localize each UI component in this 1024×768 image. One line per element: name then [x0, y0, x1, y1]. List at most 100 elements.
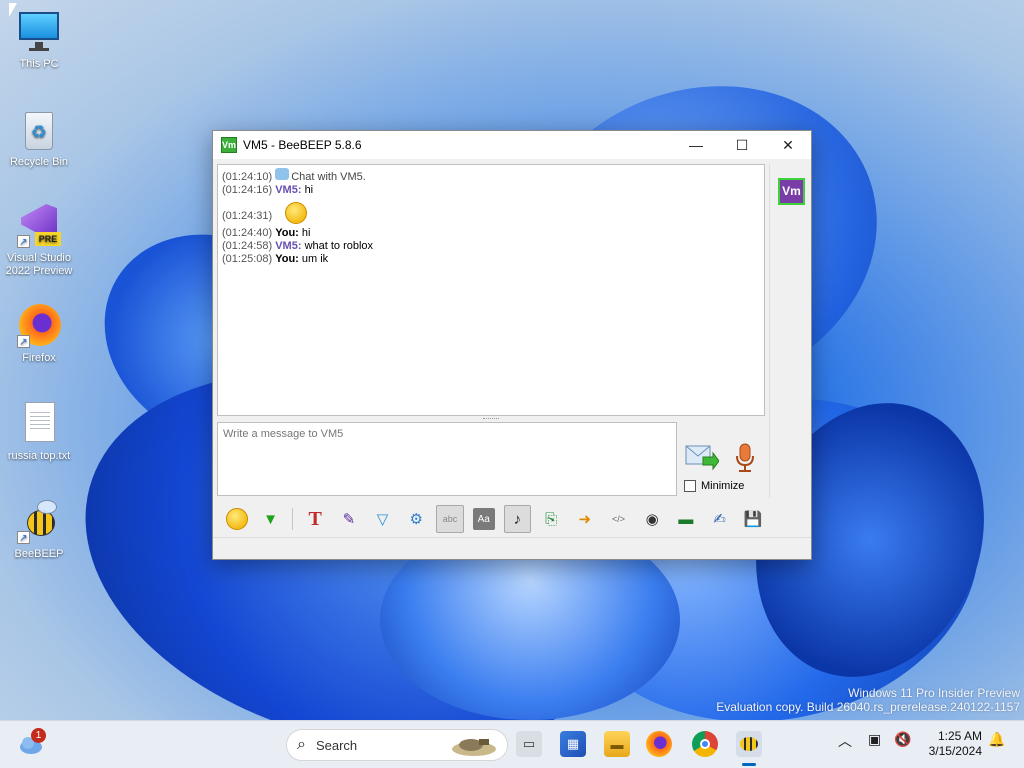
desktop-icon-label: This PC: [19, 58, 59, 70]
desktop-icon-russia-top[interactable]: russia top.txt: [1, 402, 77, 463]
html-button[interactable]: </>: [605, 505, 633, 533]
clock-time: 1:25 AM: [937, 729, 982, 743]
desktop-icon-label: Visual Studio 2022 Preview: [5, 252, 73, 277]
app-icon: Vm: [221, 137, 237, 153]
volume-muted-icon[interactable]: 🔇: [894, 731, 911, 748]
user-avatar-vm5[interactable]: Vm: [778, 178, 805, 205]
chat-line: (01:25:08) You: um ik: [222, 253, 760, 266]
minimize-label: Minimize: [701, 480, 745, 492]
message-sender: VM5:: [275, 184, 302, 196]
recycle-bin-icon: ♻: [17, 108, 61, 152]
mouse-cursor-icon: [9, 3, 17, 17]
message-text: Chat with VM5.: [291, 171, 366, 183]
chat-history[interactable]: (01:24:10) Chat with VM5. (01:24:16) VM5…: [217, 164, 765, 416]
emoticon-button[interactable]: [223, 505, 251, 533]
message-time: (01:24:16): [222, 184, 273, 196]
desktop-icon-label: russia top.txt: [7, 450, 71, 462]
shortcut-arrow-icon: ↗: [17, 335, 30, 348]
search-icon: ⌕: [297, 736, 306, 753]
user-sidebar: Vm: [769, 164, 809, 498]
send-icon: [685, 445, 720, 471]
clock-date: 3/15/2024: [928, 744, 982, 758]
close-window-button[interactable]: ✕: [765, 131, 811, 159]
screenshot-button[interactable]: ◉: [638, 505, 666, 533]
desktop-icon-visual-studio[interactable]: PRE ↗ Visual Studio 2022 Preview: [1, 204, 77, 278]
notification-bell-icon[interactable]: 🔔: [988, 731, 1005, 748]
desktop-icon-beebeep[interactable]: ↗ BeeBEEP: [1, 500, 77, 561]
status-bar: [213, 537, 811, 559]
active-app-indicator: [742, 763, 756, 766]
send-file-button[interactable]: ➜: [571, 505, 599, 533]
message-sender: You:: [275, 253, 299, 265]
chat-toolbar: ▼ T ✎ ▽ ⚙ abc Aa ♪ ⎘ ➜ </> ◉ ▬ ✍ 💾: [217, 503, 767, 535]
store-icon[interactable]: ▦: [560, 731, 586, 757]
smiley-emoji-icon: [285, 202, 308, 224]
desktop-icon-recycle-bin[interactable]: ♻ Recycle Bin: [1, 108, 77, 169]
settings-button[interactable]: ⚙: [402, 505, 430, 533]
beebeep-chat-window[interactable]: Vm VM5 - BeeBEEP 5.8.6 — ☐ ✕ (01:24:10) …: [212, 130, 812, 560]
message-time: (01:24:31): [222, 209, 273, 222]
window-title: VM5 - BeeBEEP 5.8.6: [243, 138, 362, 152]
taskbar-clock[interactable]: 1:25 AM 3/15/2024: [918, 729, 982, 759]
message-time: (01:24:40): [222, 227, 273, 239]
desktop-icon-label: Firefox: [22, 352, 56, 364]
spellcheck-button[interactable]: abc: [436, 505, 464, 533]
taskbar-search[interactable]: ⌕ Search: [286, 729, 508, 761]
title-bar[interactable]: Vm VM5 - BeeBEEP 5.8.6 — ☐ ✕: [213, 131, 811, 159]
chat-line: (01:24:10) Chat with VM5.: [222, 168, 760, 184]
message-sender: You:: [275, 227, 299, 239]
voice-message-button[interactable]: [733, 443, 757, 473]
note-button[interactable]: ✍: [706, 505, 734, 533]
desktop-icon-label: BeeBEEP: [14, 548, 64, 560]
terminal-button[interactable]: ▬: [672, 505, 700, 533]
taskbar: 1 ⌕ Search ▭ ▦ ▬ ︿ ▣ 🔇 1:25 AM 3/15/2024…: [0, 720, 1024, 768]
splitter-handle[interactable]: [483, 418, 499, 420]
font-button[interactable]: T: [301, 505, 329, 533]
message-time: (01:24:58): [222, 240, 273, 252]
message-time: (01:24:10): [222, 171, 273, 183]
message-text: what to roblox: [304, 240, 374, 252]
firefox-taskbar-icon[interactable]: [646, 731, 672, 757]
save-chat-button[interactable]: ⎘: [537, 505, 565, 533]
message-text: hi: [301, 227, 311, 239]
shortcut-arrow-icon: ↗: [17, 235, 30, 248]
send-message-button[interactable]: [685, 443, 720, 471]
text-file-icon: [17, 402, 61, 446]
task-view-button[interactable]: ▭: [516, 731, 542, 757]
desktop-icon-label: Recycle Bin: [9, 156, 69, 168]
chrome-taskbar-icon[interactable]: [692, 731, 718, 757]
collapse-button[interactable]: ▼: [257, 505, 285, 533]
desktop-icon-this-pc[interactable]: This PC: [1, 10, 77, 71]
watermark-build: Evaluation copy. Build 26040.rs_prerelea…: [716, 700, 1020, 714]
beebeep-taskbar-icon[interactable]: [736, 731, 762, 757]
shortcut-arrow-icon: ↗: [17, 531, 30, 544]
desktop-icon-firefox[interactable]: ↗ Firefox: [1, 304, 77, 365]
chevron-up-icon[interactable]: ︿: [838, 731, 852, 751]
chat-line: (01:24:16) VM5: hi: [222, 184, 760, 197]
chat-line: (01:24:31): [222, 202, 760, 227]
search-label: Search: [315, 737, 358, 753]
message-input[interactable]: Write a message to VM5: [217, 422, 677, 496]
color-button[interactable]: ✎: [335, 505, 363, 533]
message-text: um ik: [301, 253, 329, 265]
monitor-icon: [17, 10, 61, 54]
sound-button[interactable]: ♪: [503, 505, 532, 533]
watermark-edition: Windows 11 Pro Insider Preview: [848, 686, 1020, 700]
minimize-window-button[interactable]: —: [673, 131, 719, 159]
checkbox[interactable]: [684, 480, 696, 492]
chat-line: (01:24:58) VM5: what to roblox: [222, 240, 760, 253]
maximize-window-button[interactable]: ☐: [719, 131, 765, 159]
text-style-button[interactable]: Aa: [472, 508, 495, 530]
file-explorer-icon[interactable]: ▬: [604, 731, 630, 757]
microphone-icon: [736, 443, 754, 472]
firefox-icon: ↗: [17, 304, 61, 348]
smiley-icon: [225, 508, 248, 530]
filter-button[interactable]: ▽: [369, 505, 397, 533]
network-icon[interactable]: ▣: [868, 731, 881, 748]
chat-line: (01:24:40) You: hi: [222, 227, 760, 240]
chat-bubble-icon: [275, 168, 290, 181]
toolbar-separator: [292, 508, 294, 530]
save-button[interactable]: 💾: [739, 505, 767, 533]
evaluation-watermark: Windows 11 Pro Insider Preview Evaluatio…: [716, 686, 1020, 714]
minimize-checkbox[interactable]: Minimize: [684, 480, 744, 492]
